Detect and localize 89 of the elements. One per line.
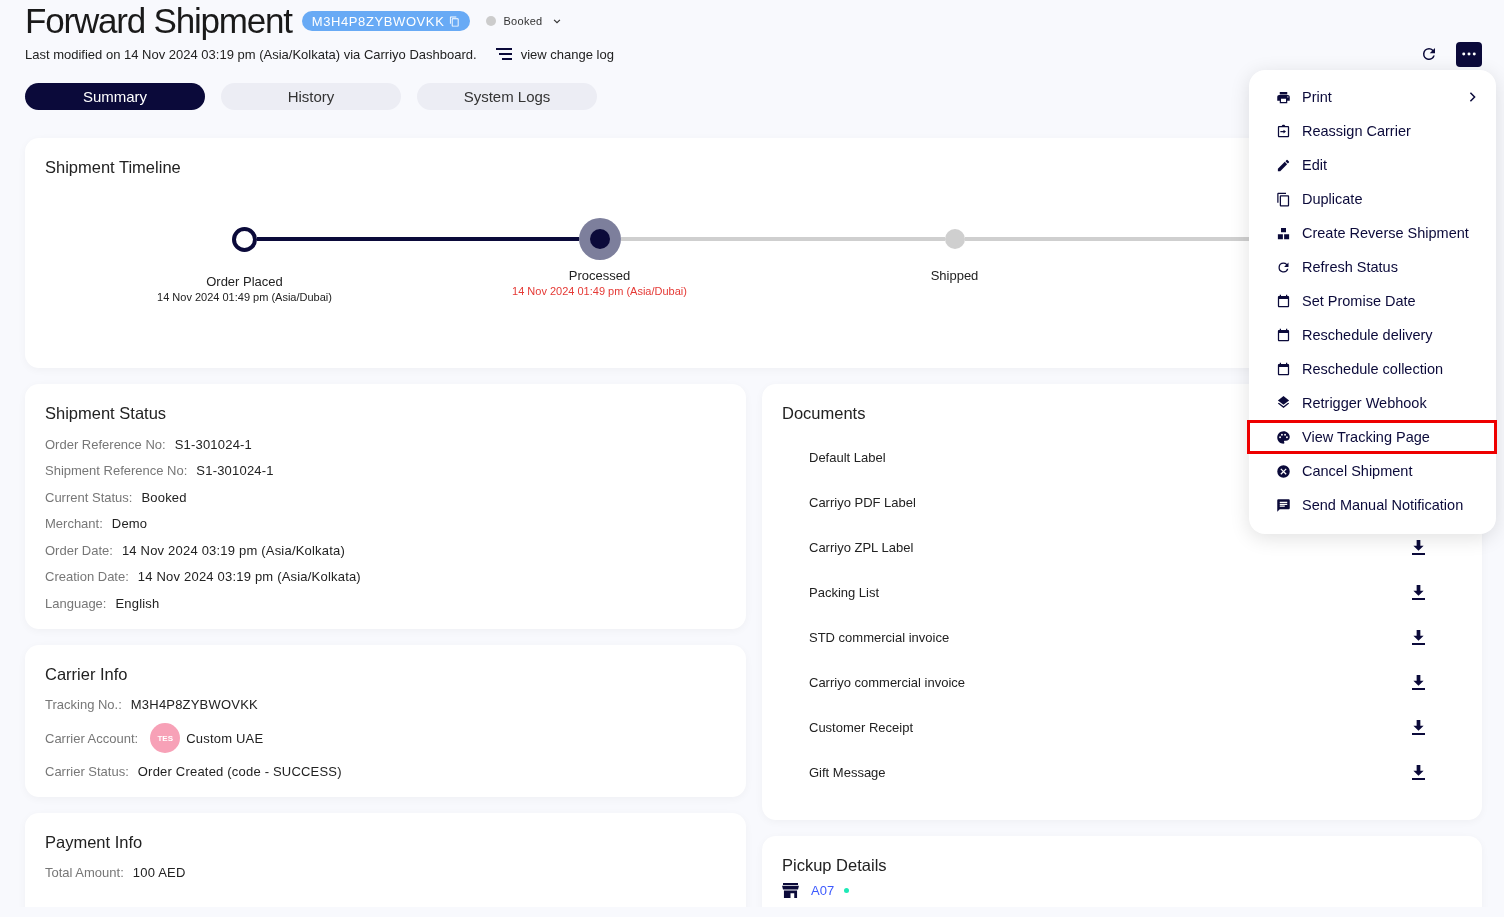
field-value: S1-301024-1 (196, 463, 274, 479)
chevron-right-icon (1469, 92, 1476, 102)
menu-item[interactable]: Duplicate (1247, 182, 1497, 216)
menu-item[interactable]: View Tracking Page (1247, 420, 1497, 454)
field-value: 14 Nov 2024 03:19 pm (Asia/Kolkata) (137, 569, 361, 585)
message-icon (1276, 497, 1291, 513)
field-label: Tracking No.: (45, 697, 122, 713)
document-name: Carriyo commercial invoice (809, 675, 966, 690)
view-change-log-link[interactable]: view change log (520, 46, 614, 62)
download-icon[interactable] (1412, 720, 1425, 735)
last-modified-text: Last modified on 14 Nov 2024 03:19 pm (Asia/Kolkata) via Carriyo Dashboard. (25, 46, 477, 62)
pickup-location-link[interactable]: A07 (811, 883, 835, 898)
card-title: Shipment Status (45, 404, 167, 423)
field-value: Demo (111, 516, 148, 532)
document-name: Customer Receipt (809, 720, 914, 735)
field-label: Order Date: (45, 542, 113, 558)
calendar-icon (1276, 293, 1291, 309)
field-label: Creation Date: (45, 569, 129, 585)
calendar-icon (1276, 327, 1291, 343)
field-label: Shipment Reference No: (45, 463, 188, 479)
step-label: Processed (568, 268, 631, 283)
more-actions-button[interactable] (1456, 41, 1482, 67)
field-value: 100 AED (132, 865, 186, 881)
menu-item[interactable]: Reschedule delivery (1247, 318, 1497, 352)
download-icon[interactable] (1412, 585, 1425, 600)
step-date: 14 Nov 2024 01:49 pm (Asia/Dubai) (157, 291, 332, 303)
status-dropdown[interactable]: Booked (480, 13, 570, 29)
field-label: Carrier Status: (45, 763, 129, 779)
document-name: Packing List (809, 585, 880, 600)
menu-item[interactable]: Send Manual Notification (1247, 488, 1497, 522)
menu-item[interactable]: Refresh Status (1247, 250, 1497, 284)
document-name: STD commercial invoice (809, 630, 950, 645)
step-label: Shipped (930, 268, 979, 283)
calendar-icon (1276, 361, 1291, 377)
pencil-icon (1276, 157, 1291, 173)
step-date: 14 Nov 2024 01:49 pm (Asia/Dubai) (512, 285, 687, 297)
menu-item[interactable]: Reassign Carrier (1247, 114, 1497, 148)
field-value: M3H4P8ZYBWOVKK (130, 697, 258, 713)
carrier-avatar: TES (150, 723, 181, 753)
download-icon[interactable] (1412, 675, 1425, 690)
menu-item[interactable]: Create Reverse Shipment (1247, 216, 1497, 250)
menu-item[interactable]: Retrigger Webhook (1247, 386, 1497, 420)
layers-icon (1276, 395, 1291, 411)
menu-item[interactable]: Reschedule collection (1247, 352, 1497, 386)
tab[interactable]: History (221, 83, 401, 110)
field-value: Booked (141, 489, 187, 505)
printer-icon (1276, 89, 1291, 105)
menu-item[interactable]: Print (1247, 80, 1497, 114)
download-icon[interactable] (1412, 630, 1425, 645)
card-title: Shipment Timeline (45, 158, 181, 177)
field-label: Current Status: (45, 489, 133, 505)
card-title: Pickup Details (782, 856, 887, 875)
field-value: English (115, 595, 160, 611)
menu-item[interactable]: Cancel Shipment (1247, 454, 1497, 488)
field-value: 14 Nov 2024 03:19 pm (Asia/Kolkata) (121, 542, 345, 558)
document-name: Carriyo PDF Label (809, 495, 916, 510)
step-label: Order Placed (206, 274, 283, 289)
download-icon[interactable] (1412, 540, 1425, 555)
tab[interactable]: Summary (25, 83, 205, 110)
card-title: Documents (782, 404, 866, 423)
menu-item[interactable]: Set Promise Date (1247, 284, 1497, 318)
blocks-icon (1276, 225, 1291, 241)
document-name: Carriyo ZPL Label (809, 540, 914, 555)
field-label: Order Reference No: (45, 436, 166, 452)
copy-icon (1276, 191, 1291, 207)
list-icon (495, 48, 512, 60)
palette-icon (1276, 429, 1291, 445)
menu-item[interactable]: Edit (1247, 148, 1497, 182)
field-value: Custom UAE (186, 730, 264, 746)
field-value: S1-301024-1 (174, 436, 253, 452)
refresh-icon (1276, 259, 1291, 275)
store-icon (782, 883, 799, 898)
tab[interactable]: System Logs (417, 83, 597, 110)
card-title: Payment Info (45, 832, 143, 852)
field-label: Language: (45, 595, 107, 611)
refresh-icon[interactable] (1420, 45, 1438, 63)
field-value: Order Created (code - SUCCESS) (137, 763, 342, 779)
document-name: Default Label (809, 450, 886, 465)
copy-icon (449, 15, 461, 27)
download-icon[interactable] (1412, 765, 1425, 780)
card-title: Carrier Info (45, 664, 128, 684)
more-icon (1462, 52, 1476, 56)
field-label: Merchant: (45, 516, 103, 532)
document-name: Gift Message (809, 765, 886, 780)
cancel-icon (1276, 463, 1291, 479)
reassign-icon (1276, 123, 1291, 139)
field-label: Total Amount: (45, 865, 124, 881)
field-label: Carrier Account: (45, 730, 139, 746)
page-title: Forward Shipment (25, 1, 292, 41)
